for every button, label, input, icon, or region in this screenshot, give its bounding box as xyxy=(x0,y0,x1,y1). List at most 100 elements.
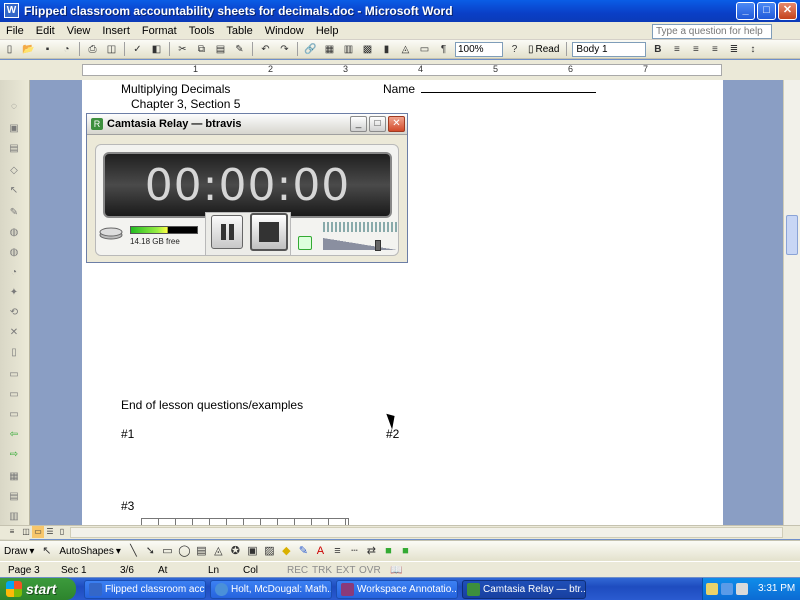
insert-excel-icon[interactable]: ▩ xyxy=(359,41,376,57)
line-color-icon[interactable]: ✎ xyxy=(296,544,311,559)
diagram-icon[interactable]: ✪ xyxy=(228,544,243,559)
toolbar-icon[interactable]: ✕ xyxy=(7,326,21,340)
menu-format[interactable]: Format xyxy=(136,25,183,37)
print-layout-icon[interactable]: ▭ xyxy=(32,526,44,538)
select-objects-icon[interactable]: ↖ xyxy=(39,544,54,559)
menu-window[interactable]: Window xyxy=(259,25,310,37)
toolbar-icon[interactable]: ▤ xyxy=(7,142,21,156)
toolbar-icon[interactable]: ✎ xyxy=(7,206,21,220)
horizontal-scrollbar[interactable] xyxy=(70,527,783,538)
toolbar-icon[interactable]: ✦ xyxy=(7,286,21,300)
hyperlink-icon[interactable]: 🔗 xyxy=(302,41,319,57)
line-icon[interactable]: ╲ xyxy=(126,544,141,559)
read-button[interactable]: ▯ Read xyxy=(524,44,563,55)
menu-insert[interactable]: Insert xyxy=(96,25,136,37)
relay-maximize-button[interactable]: □ xyxy=(369,116,386,132)
bold-icon[interactable]: B xyxy=(649,41,666,57)
insert-table-icon[interactable]: ▥ xyxy=(340,41,357,57)
taskbar-item-browser[interactable]: Holt, McDougal: Math... xyxy=(210,580,332,599)
help-search-input[interactable]: Type a question for help xyxy=(652,24,772,39)
redo-icon[interactable]: ↷ xyxy=(276,41,293,57)
pause-button[interactable] xyxy=(211,215,243,249)
help-icon[interactable]: ? xyxy=(506,41,523,57)
cut-icon[interactable]: ✂ xyxy=(174,41,191,57)
volume-slider[interactable] xyxy=(323,238,397,250)
tray-icon[interactable] xyxy=(721,583,733,595)
toolbar-icon[interactable]: ◍ xyxy=(7,246,21,260)
columns-icon[interactable]: ▮ xyxy=(378,41,395,57)
drawing-icon[interactable]: ◬ xyxy=(397,41,414,57)
paste-icon[interactable]: ▤ xyxy=(212,41,229,57)
relay-minimize-button[interactable]: _ xyxy=(350,116,367,132)
save-icon[interactable]: ▪ xyxy=(39,41,56,57)
tray-icon[interactable] xyxy=(706,583,718,595)
align-center-icon[interactable]: ≡ xyxy=(687,41,704,57)
taskbar-item-camtasia[interactable]: Camtasia Relay — btr... xyxy=(462,580,586,599)
copy-icon[interactable]: ⧉ xyxy=(193,41,210,57)
justify-icon[interactable]: ≣ xyxy=(725,41,742,57)
toolbar-icon[interactable]: ▦ xyxy=(7,470,21,484)
font-color-icon[interactable]: A xyxy=(313,544,328,559)
toolbar-icon[interactable]: ▣ xyxy=(7,122,21,136)
toolbar-icon[interactable]: ◇ xyxy=(7,164,21,178)
wordart-icon[interactable]: ◬ xyxy=(211,544,226,559)
arrow-style-icon[interactable]: ⇄ xyxy=(364,544,379,559)
draw-menu-button[interactable]: Draw ▾ xyxy=(0,546,38,557)
toolbar-icon[interactable]: ⟲ xyxy=(7,306,21,320)
oval-icon[interactable]: ◯ xyxy=(177,544,192,559)
menu-file[interactable]: File xyxy=(0,25,30,37)
menu-view[interactable]: View xyxy=(61,25,97,37)
new-doc-icon[interactable]: ▯ xyxy=(1,41,18,57)
picture-icon[interactable]: ▨ xyxy=(262,544,277,559)
taskbar-item-word[interactable]: Flipped classroom acc... xyxy=(84,580,206,599)
toolbar-icon[interactable]: ▥ xyxy=(7,510,21,524)
toolbar-icon[interactable]: ◌ xyxy=(7,100,21,114)
reading-view-icon[interactable]: ▯ xyxy=(56,526,68,538)
horizontal-ruler[interactable] xyxy=(82,64,722,76)
close-button[interactable]: ✕ xyxy=(778,2,797,20)
outline-view-icon[interactable]: ☰ xyxy=(44,526,56,538)
3d-icon[interactable]: ■ xyxy=(398,544,413,559)
toolbar-icon[interactable]: ◔ xyxy=(7,266,21,280)
tables-borders-icon[interactable]: ▦ xyxy=(321,41,338,57)
clipart-icon[interactable]: ▣ xyxy=(245,544,260,559)
document-map-icon[interactable]: ▭ xyxy=(416,41,433,57)
volume-slider-knob[interactable] xyxy=(375,240,381,251)
status-ext[interactable]: EXT xyxy=(336,565,355,576)
normal-view-icon[interactable]: ≡ xyxy=(6,526,18,538)
spelling-icon[interactable]: ✓ xyxy=(129,41,146,57)
format-painter-icon[interactable]: ✎ xyxy=(231,41,248,57)
toolbar-icon[interactable]: ◍ xyxy=(7,226,21,240)
align-left-icon[interactable]: ≡ xyxy=(668,41,685,57)
toolbar-icon[interactable]: ▯ xyxy=(7,346,21,360)
menu-table[interactable]: Table xyxy=(220,25,258,37)
align-right-icon[interactable]: ≡ xyxy=(706,41,723,57)
relay-close-button[interactable]: ✕ xyxy=(388,116,405,132)
tray-icon[interactable] xyxy=(736,583,748,595)
arrow-right-icon[interactable]: ⇨ xyxy=(7,448,21,462)
toolbar-icon[interactable]: ↖ xyxy=(7,184,21,198)
minimize-button[interactable]: _ xyxy=(736,2,755,20)
print-icon[interactable]: ⎙ xyxy=(84,41,101,57)
status-rec[interactable]: REC xyxy=(287,565,308,576)
relay-title-bar[interactable]: R Camtasia Relay — btravis _ □ ✕ xyxy=(87,114,407,135)
undo-icon[interactable]: ↶ xyxy=(257,41,274,57)
stop-button[interactable] xyxy=(250,213,288,251)
status-ovr[interactable]: OVR xyxy=(359,565,381,576)
menu-edit[interactable]: Edit xyxy=(30,25,61,37)
toolbar-icon[interactable]: ▤ xyxy=(7,490,21,504)
vertical-scroll-thumb[interactable] xyxy=(786,215,798,255)
open-icon[interactable]: 📂 xyxy=(20,41,37,57)
autoshapes-button[interactable]: AutoShapes ▾ xyxy=(55,546,125,557)
fill-color-icon[interactable]: ◆ xyxy=(279,544,294,559)
shadow-icon[interactable]: ■ xyxy=(381,544,396,559)
textbox-icon[interactable]: ▤ xyxy=(194,544,209,559)
dash-style-icon[interactable]: ┄ xyxy=(347,544,362,559)
rectangle-icon[interactable]: ▭ xyxy=(160,544,175,559)
vertical-scrollbar[interactable] xyxy=(783,80,800,525)
word-app-icon[interactable]: W xyxy=(4,3,19,18)
status-trk[interactable]: TRK xyxy=(312,565,332,576)
permission-icon[interactable]: ◔ xyxy=(58,41,75,57)
menu-help[interactable]: Help xyxy=(310,25,345,37)
print-preview-icon[interactable]: ◫ xyxy=(103,41,120,57)
